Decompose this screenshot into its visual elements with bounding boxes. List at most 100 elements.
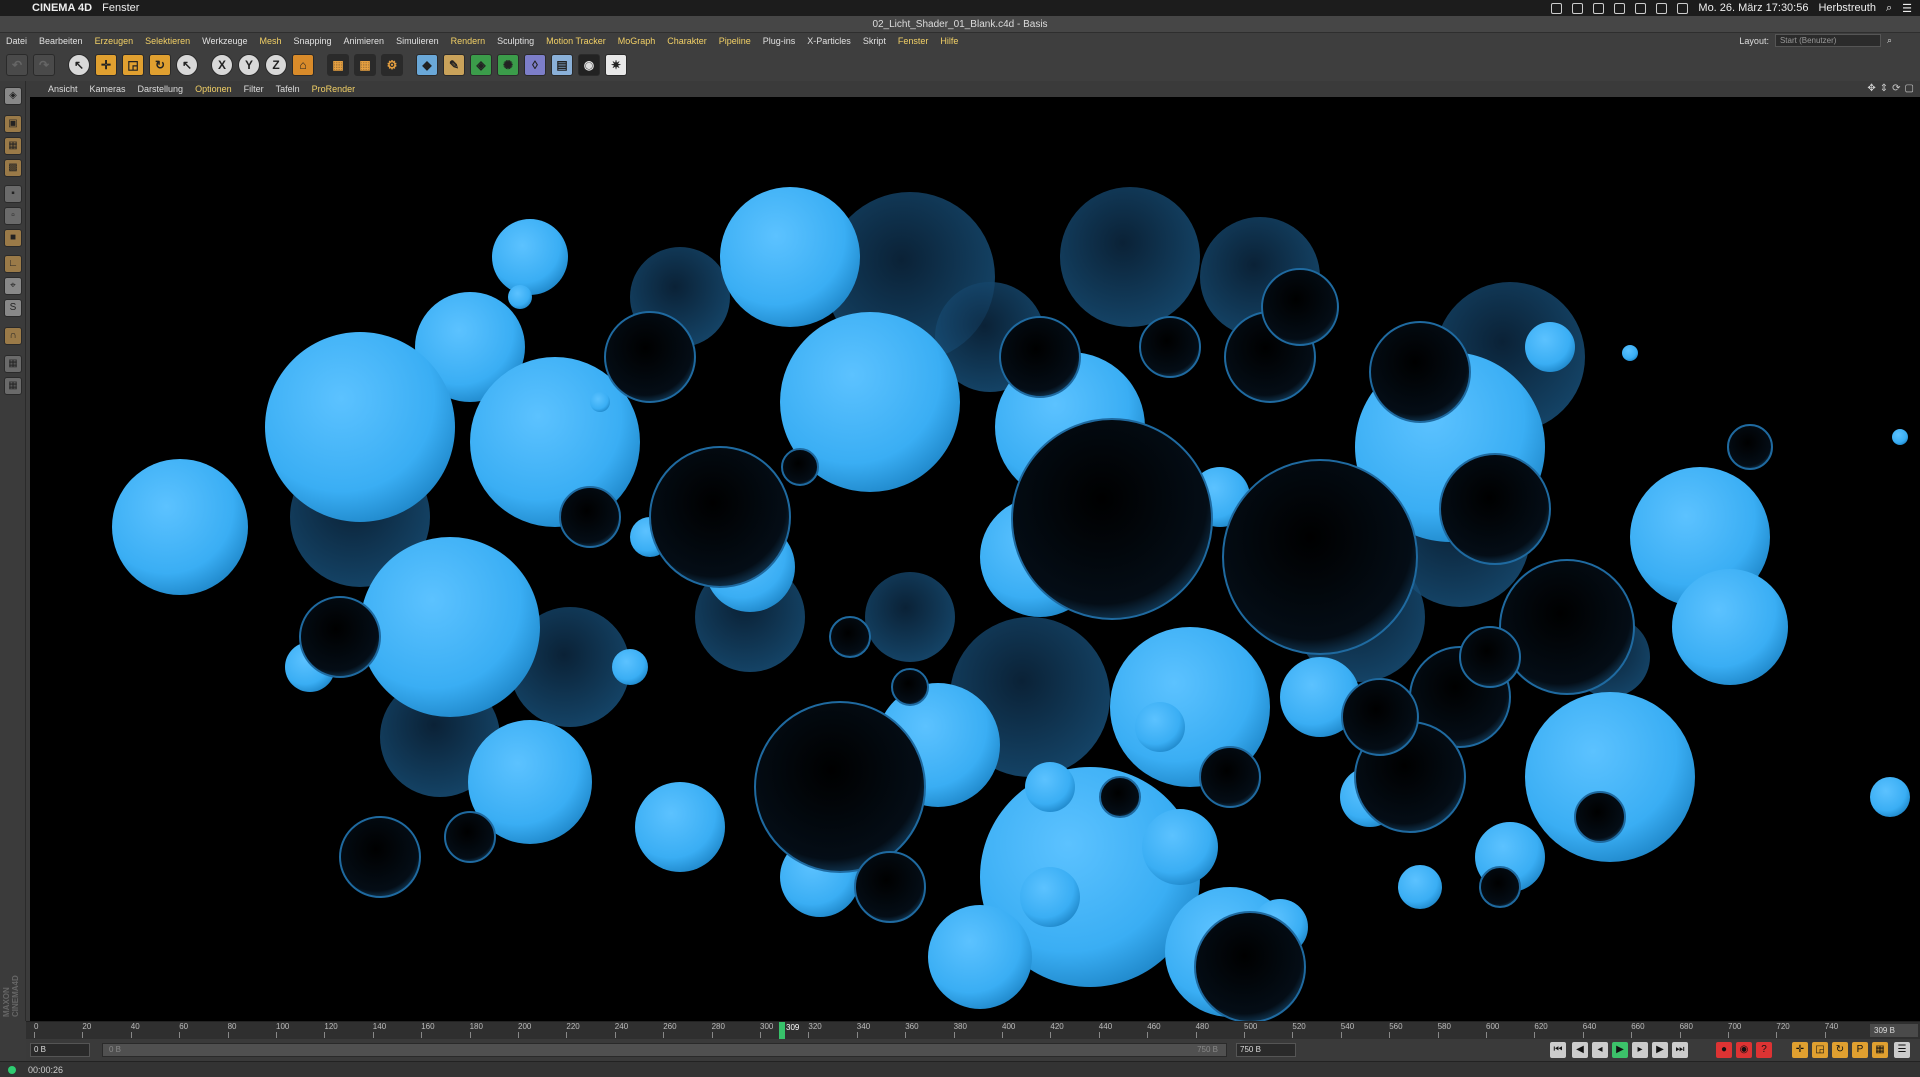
key-param-icon[interactable]: P	[1852, 1042, 1868, 1058]
menu-mesh[interactable]: Mesh	[259, 36, 281, 46]
x-axis-lock-button[interactable]: X	[211, 54, 233, 76]
workplane-mode-icon[interactable]: ▩	[4, 159, 22, 177]
next-key-icon[interactable]: ▶	[1652, 1042, 1668, 1058]
datetime[interactable]: Mo. 26. März 17:30:56	[1698, 2, 1808, 14]
live-selection-icon[interactable]: ↖	[68, 54, 90, 76]
zoom-view-icon[interactable]: ⇕	[1880, 83, 1888, 94]
go-to-end-icon[interactable]: ⏭	[1672, 1042, 1688, 1058]
dropbox-icon[interactable]	[1551, 2, 1563, 14]
menu-motion-tracker[interactable]: Motion Tracker	[546, 36, 606, 46]
render-to-picture-viewer-icon[interactable]: ▦	[354, 54, 376, 76]
move-tool-icon[interactable]: ✛	[95, 54, 117, 76]
layout-dropdown[interactable]: Start (Benutzer)	[1774, 34, 1881, 47]
app-name-menu[interactable]: CINEMA 4D	[32, 2, 92, 14]
snap-icon[interactable]: S	[4, 299, 22, 317]
menu-selektieren[interactable]: Selektieren	[145, 36, 190, 46]
redo-icon[interactable]: ↷	[33, 54, 55, 76]
rotate-tool-icon[interactable]: ↻	[149, 54, 171, 76]
key-rotation-icon[interactable]: ↻	[1832, 1042, 1848, 1058]
end-frame-field[interactable]: 750 B	[1236, 1043, 1296, 1057]
viewport-menu-filter[interactable]: Filter	[244, 84, 264, 94]
z-axis-lock-button[interactable]: Z	[265, 54, 287, 76]
recent-tool-icon[interactable]: ↖	[176, 54, 198, 76]
grid-icon[interactable]: ▦	[4, 377, 22, 395]
camera-icon[interactable]: ◉	[578, 54, 600, 76]
viewport-menu-darstellung[interactable]: Darstellung	[138, 84, 184, 94]
menu-mograph[interactable]: MoGraph	[618, 36, 656, 46]
record-keys-icon[interactable]: ●	[1716, 1042, 1732, 1058]
make-editable-icon[interactable]: ◈	[4, 87, 22, 105]
viewport-menu-optionen[interactable]: Optionen	[195, 84, 232, 94]
subdivision-surface-icon[interactable]: ◈	[470, 54, 492, 76]
magnet-icon[interactable]: ∩	[4, 327, 22, 345]
viewport-menu-tafeln[interactable]: Tafeln	[276, 84, 300, 94]
viewport-menu-kameras[interactable]: Kameras	[90, 84, 126, 94]
scale-tool-icon[interactable]: ◲	[122, 54, 144, 76]
start-frame-field[interactable]: 0 B	[30, 1043, 90, 1057]
undo-icon[interactable]: ↶	[6, 54, 28, 76]
axis-mode-icon[interactable]: ∟	[4, 255, 22, 273]
keyframe-selection-icon[interactable]: ?	[1756, 1042, 1772, 1058]
viewport-menu-ansicht[interactable]: Ansicht	[48, 84, 78, 94]
prev-frame-icon[interactable]: ◂	[1592, 1042, 1608, 1058]
workplane-lock-icon[interactable]: ▦	[4, 355, 22, 373]
menu-snapping[interactable]: Snapping	[294, 36, 332, 46]
cloner-icon[interactable]: ✺	[497, 54, 519, 76]
preview-range-slider[interactable]: 0 B 750 B	[102, 1043, 1227, 1057]
notification-center-icon[interactable]: ☰	[1902, 2, 1912, 15]
edges-mode-icon[interactable]: ▫	[4, 207, 22, 225]
key-position-icon[interactable]: ✛	[1792, 1042, 1808, 1058]
user-name[interactable]: Herbstreuth	[1818, 2, 1875, 14]
screen-icon[interactable]	[1593, 2, 1605, 14]
tweak-mode-icon[interactable]: ⌖	[4, 277, 22, 295]
go-to-start-icon[interactable]: ⏮	[1550, 1042, 1566, 1058]
prev-key-icon[interactable]: ◀	[1572, 1042, 1588, 1058]
menu-charakter[interactable]: Charakter	[667, 36, 707, 46]
spotlight-search-icon[interactable]: ⌕	[1886, 2, 1892, 15]
time-machine-icon[interactable]	[1614, 2, 1626, 14]
key-scale-icon[interactable]: ◲	[1812, 1042, 1828, 1058]
points-mode-icon[interactable]: ▪	[4, 185, 22, 203]
menu-bearbeiten[interactable]: Bearbeiten	[39, 36, 83, 46]
menu-sculpting[interactable]: Sculpting	[497, 36, 534, 46]
menu-animieren[interactable]: Animieren	[344, 36, 385, 46]
move-view-icon[interactable]: ✥	[1867, 83, 1875, 94]
key-pla-icon[interactable]: ▦	[1872, 1042, 1888, 1058]
menu-erzeugen[interactable]: Erzeugen	[95, 36, 134, 46]
timeline-menu-icon[interactable]: ☰	[1894, 1042, 1910, 1058]
play-icon[interactable]: ▶	[1612, 1042, 1628, 1058]
volume-icon[interactable]	[1677, 2, 1689, 14]
pen-spline-icon[interactable]: ✎	[443, 54, 465, 76]
3d-viewport[interactable]	[30, 97, 1920, 1021]
creative-cloud-icon[interactable]	[1572, 2, 1584, 14]
menu-hilfe[interactable]: Hilfe	[940, 36, 958, 46]
menu-pipeline[interactable]: Pipeline	[719, 36, 751, 46]
light-icon[interactable]: ✷	[605, 54, 627, 76]
next-frame-icon[interactable]: ▸	[1632, 1042, 1648, 1058]
y-axis-lock-button[interactable]: Y	[238, 54, 260, 76]
timeline-ruler[interactable]: 309 309 B 0 20 40 60 80 100 120 140 160 180 200 220…	[26, 1021, 1920, 1040]
viewport-menu-prorender[interactable]: ProRender	[312, 84, 356, 94]
render-settings-icon[interactable]: ⚙	[381, 54, 403, 76]
cube-object-icon[interactable]: ◆	[416, 54, 438, 76]
bluetooth-icon[interactable]	[1635, 2, 1647, 14]
model-mode-icon[interactable]: ▣	[4, 115, 22, 133]
menu-x-particles[interactable]: X-Particles	[807, 36, 851, 46]
menu-datei[interactable]: Datei	[6, 36, 27, 46]
menu-plug-ins[interactable]: Plug-ins	[763, 36, 796, 46]
coordinate-system-icon[interactable]: ⌂	[292, 54, 314, 76]
fenster-menu[interactable]: Fenster	[102, 2, 139, 14]
menu-simulieren[interactable]: Simulieren	[396, 36, 439, 46]
menu-werkzeuge[interactable]: Werkzeuge	[202, 36, 247, 46]
menu-rendern[interactable]: Rendern	[451, 36, 486, 46]
playhead[interactable]	[779, 1022, 785, 1040]
deformer-icon[interactable]: ◊	[524, 54, 546, 76]
rotate-view-icon[interactable]: ⟳	[1892, 83, 1900, 94]
maximize-view-icon[interactable]: ▢	[1905, 83, 1914, 94]
floor-object-icon[interactable]: ▤	[551, 54, 573, 76]
menu-skript[interactable]: Skript	[863, 36, 886, 46]
menu-fenster[interactable]: Fenster	[898, 36, 929, 46]
search-icon[interactable]: ⌕	[1887, 35, 1892, 46]
render-view-icon[interactable]: ▦	[327, 54, 349, 76]
wifi-icon[interactable]	[1656, 2, 1668, 14]
